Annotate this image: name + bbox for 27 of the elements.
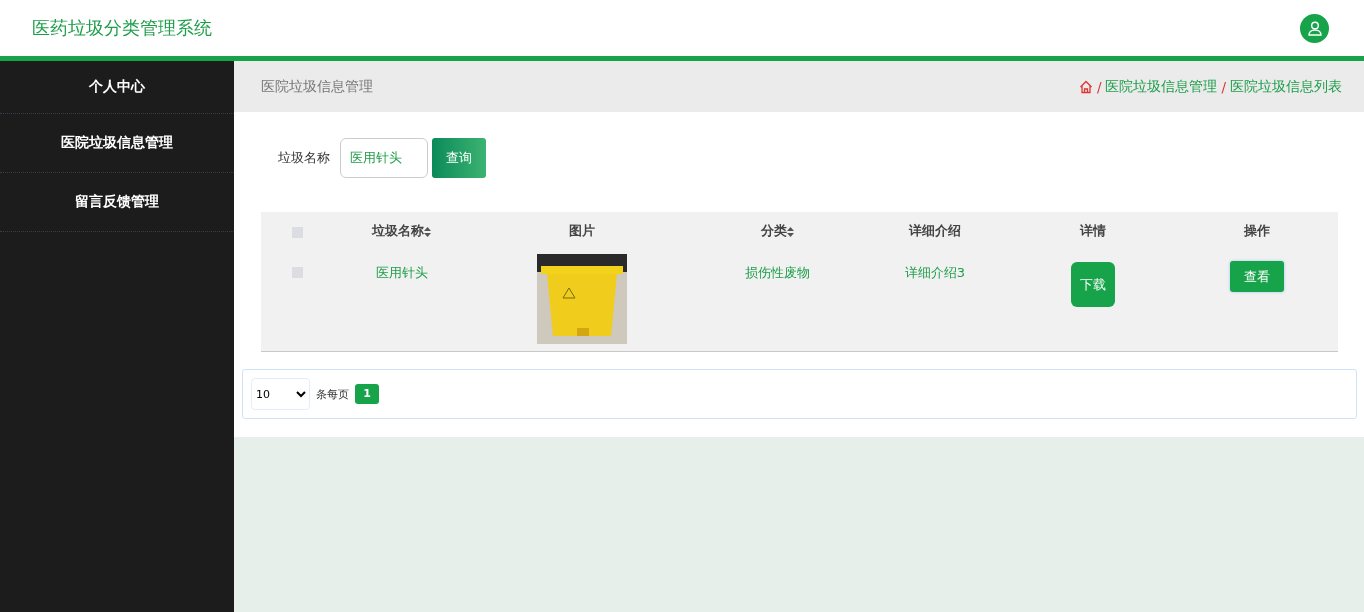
search-label: 垃圾名称 <box>278 149 330 167</box>
column-header: 分类 <box>760 222 787 240</box>
view-button[interactable]: 查看 <box>1230 261 1284 292</box>
breadcrumb-separator: / <box>1221 78 1226 95</box>
search-button[interactable]: 查询 <box>432 138 486 178</box>
page-button[interactable]: 1 <box>355 384 379 404</box>
column-header: 垃圾名称 <box>372 222 424 240</box>
user-avatar-icon[interactable] <box>1300 13 1329 43</box>
page-size-label: 条每页 <box>316 386 349 402</box>
page-title: 医院垃圾信息管理 <box>261 77 373 96</box>
home-icon[interactable] <box>1078 79 1093 94</box>
app-title: 医药垃圾分类管理系统 <box>32 16 212 40</box>
breadcrumb-link[interactable]: 医院垃圾信息列表 <box>1230 77 1342 96</box>
page-size-select[interactable]: 10 <box>251 378 310 410</box>
breadcrumb-separator: / <box>1096 78 1102 95</box>
table-cell: 医用针头 <box>375 264 428 282</box>
column-header: 图片 <box>569 222 595 240</box>
table-cell: 详细介绍3 <box>904 264 966 282</box>
column-header: 操作 <box>1244 222 1270 240</box>
table-cell: 损伤性废物 <box>744 264 810 282</box>
sort-icon[interactable] <box>786 226 794 237</box>
column-header: 详细介绍 <box>909 222 961 240</box>
column-header: 详情 <box>1080 222 1106 240</box>
search-field[interactable]: 医用针头 <box>340 138 428 178</box>
breadcrumb-link[interactable]: 医院垃圾信息管理 <box>1105 77 1218 96</box>
sort-icon[interactable] <box>424 226 431 237</box>
download-button[interactable]: 下载 <box>1071 262 1115 307</box>
